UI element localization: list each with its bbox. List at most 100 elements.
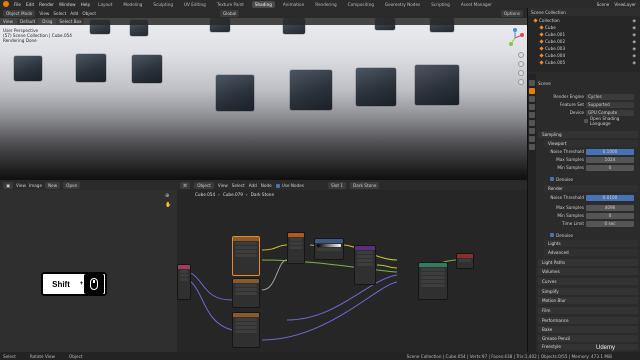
- min-samples-viewport-field[interactable]: 0: [586, 165, 634, 171]
- cube-object[interactable]: [415, 65, 459, 105]
- section-advanced[interactable]: Advanced: [544, 249, 638, 256]
- menu-file[interactable]: File: [14, 2, 21, 7]
- tab-compositing[interactable]: Compositing: [345, 1, 377, 8]
- node-menu-add[interactable]: Add: [249, 183, 257, 188]
- viewport-menu-view[interactable]: View: [39, 11, 49, 16]
- grid-view-icon[interactable]: [518, 79, 524, 85]
- node-menu-node[interactable]: Node: [261, 183, 272, 188]
- feature-set-dropdown[interactable]: Supported: [586, 102, 634, 108]
- open-image-button[interactable]: Open: [63, 181, 81, 189]
- max-samples-viewport-field[interactable]: 1024: [586, 157, 634, 163]
- material-icon[interactable]: [529, 144, 535, 150]
- color-ramp-node[interactable]: [287, 232, 305, 264]
- section-performance[interactable]: Performance: [538, 317, 638, 324]
- outliner-item[interactable]: Cube.001 ◉: [528, 31, 640, 37]
- cube-object[interactable]: [356, 68, 396, 106]
- image-menu-view[interactable]: View: [16, 183, 26, 188]
- image-texture-node[interactable]: [232, 312, 260, 348]
- section-curves[interactable]: Curves: [538, 278, 638, 285]
- osl-checkbox[interactable]: Open Shading Language: [584, 116, 640, 126]
- node-menu-view[interactable]: View: [218, 183, 228, 188]
- outliner-item[interactable]: Cube.005 ◉: [528, 59, 640, 65]
- cube-object[interactable]: [132, 55, 162, 83]
- min-samples-render-field[interactable]: 0: [586, 213, 634, 219]
- world-icon[interactable]: [529, 120, 535, 126]
- tab-rendering[interactable]: Rendering: [312, 1, 339, 8]
- zoom-icon[interactable]: [518, 52, 524, 58]
- viewport-menu-object[interactable]: Object: [82, 11, 96, 16]
- 3d-viewport[interactable]: [0, 18, 527, 178]
- section-motion-blur[interactable]: Motion Blur: [538, 297, 638, 304]
- render-icon[interactable]: [529, 88, 535, 94]
- cube-object[interactable]: [14, 56, 42, 81]
- outliner-item[interactable]: Collection ◉: [528, 17, 640, 23]
- pan-hand-icon[interactable]: ✋: [165, 202, 171, 208]
- image-texture-node[interactable]: [232, 278, 260, 308]
- cube-object[interactable]: [216, 75, 254, 111]
- image-menu-image[interactable]: Image: [29, 183, 42, 188]
- use-nodes-checkbox[interactable]: Use Nodes: [275, 183, 304, 188]
- tab-texture-paint[interactable]: Texture Paint: [214, 1, 247, 8]
- mode-dropdown[interactable]: Object Mode: [3, 9, 36, 17]
- mix-node[interactable]: [314, 238, 344, 260]
- navigation-gizmo-icon[interactable]: [505, 28, 525, 48]
- cube-object[interactable]: [76, 54, 106, 82]
- tab-layout[interactable]: Layout: [95, 1, 115, 8]
- view-layer-selector[interactable]: ViewLayer: [614, 2, 636, 7]
- section-lights[interactable]: Lights: [544, 240, 638, 247]
- image-editor-area[interactable]: [0, 180, 177, 352]
- section-film[interactable]: Film: [538, 307, 638, 314]
- tab-geometry-nodes[interactable]: Geometry Nodes: [382, 1, 423, 8]
- tool-icon[interactable]: [529, 80, 535, 86]
- menu-window[interactable]: Window: [59, 2, 76, 7]
- modifier-icon[interactable]: [529, 136, 535, 142]
- section-sampling[interactable]: Sampling: [538, 131, 638, 138]
- viewport-menu-select[interactable]: Select: [53, 11, 66, 16]
- render-engine-dropdown[interactable]: Cycles: [586, 94, 634, 100]
- shader-type-dropdown[interactable]: Object: [194, 181, 214, 189]
- material-output-node[interactable]: [456, 253, 474, 269]
- outliner-item[interactable]: Cube.004 ◉: [528, 52, 640, 58]
- menu-help[interactable]: Help: [81, 2, 91, 7]
- noise-threshold-render-field[interactable]: 0.0100: [586, 195, 634, 201]
- outliner-item[interactable]: Cube ◉: [528, 24, 640, 30]
- pan-hand-icon[interactable]: [518, 61, 524, 67]
- zoom-icon[interactable]: ⊕: [165, 193, 169, 199]
- scene-icon[interactable]: [529, 112, 535, 118]
- blender-logo-icon[interactable]: [3, 1, 9, 7]
- section-render[interactable]: Render: [544, 185, 638, 192]
- section-grease-pencil[interactable]: Grease Pencil: [538, 335, 638, 342]
- texture-coordinate-node[interactable]: [177, 264, 191, 300]
- tab-uv-editing[interactable]: UV Editing: [181, 1, 209, 8]
- denoise-viewport-checkbox[interactable]: Denoise: [550, 176, 573, 182]
- select-box-dropdown[interactable]: Select Box: [56, 18, 85, 25]
- node-menu-select[interactable]: Select: [232, 183, 245, 188]
- output-icon[interactable]: [529, 96, 535, 102]
- material-selector[interactable]: Dark Stone: [350, 181, 380, 189]
- section-freestyle[interactable]: Freestyle: [538, 344, 638, 350]
- time-limit-field[interactable]: 0 sec: [586, 221, 634, 227]
- editor-type-dropdown[interactable]: ▣: [3, 181, 13, 189]
- tab-animation[interactable]: Animation: [280, 1, 307, 8]
- orientation-dropdown[interactable]: Global: [220, 9, 240, 17]
- tab-scripting[interactable]: Scripting: [428, 1, 453, 8]
- section-viewport[interactable]: Viewport: [544, 140, 638, 147]
- bump-node[interactable]: [354, 245, 376, 285]
- tab-modeling[interactable]: Modeling: [120, 1, 145, 8]
- object-icon[interactable]: [529, 128, 535, 134]
- view-layer-icon[interactable]: [529, 104, 535, 110]
- max-samples-render-field[interactable]: 4096: [586, 205, 634, 211]
- section-light-paths[interactable]: Light Paths: [538, 259, 638, 266]
- section-volumes[interactable]: Volumes: [538, 268, 638, 275]
- tab-asset-manager[interactable]: Asset Manager: [458, 1, 495, 8]
- camera-view-icon[interactable]: [518, 70, 524, 76]
- options-dropdown[interactable]: Options: [500, 9, 523, 17]
- slot-dropdown[interactable]: Slot 1: [328, 181, 347, 189]
- editor-type-dropdown[interactable]: ⌘: [180, 181, 191, 189]
- menu-render[interactable]: Render: [39, 2, 54, 7]
- menu-edit[interactable]: Edit: [26, 2, 34, 7]
- denoise-render-checkbox[interactable]: Denoise: [550, 232, 573, 238]
- noise-threshold-viewport-field[interactable]: 0.1000: [586, 149, 634, 155]
- scene-selector[interactable]: Scene: [597, 2, 610, 7]
- orientation-default-dropdown[interactable]: Default: [16, 18, 39, 25]
